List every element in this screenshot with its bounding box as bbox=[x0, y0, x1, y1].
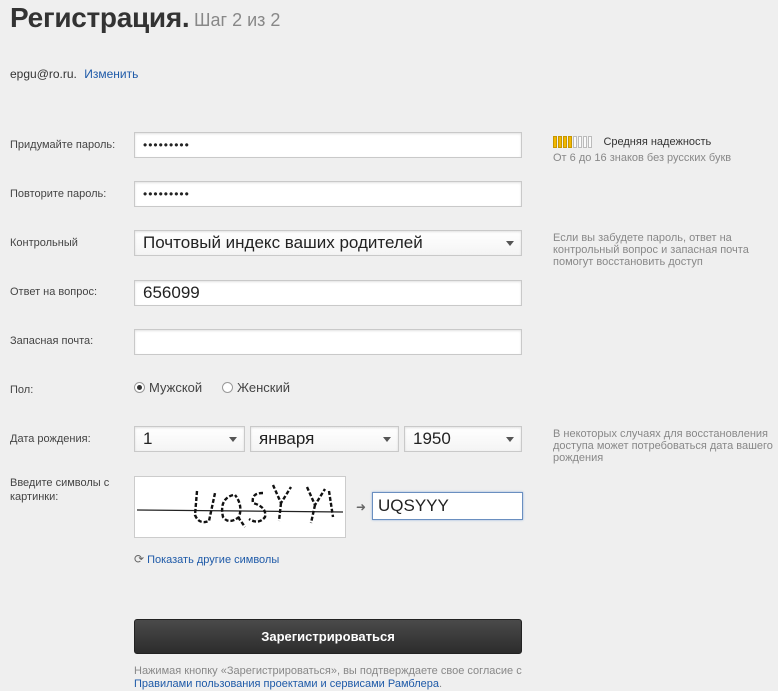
backup-email-input[interactable] bbox=[134, 329, 522, 355]
birth-day-select[interactable]: 1 bbox=[134, 426, 245, 452]
step-indicator: Шаг 2 из 2 bbox=[194, 10, 281, 30]
strength-bar bbox=[583, 135, 587, 148]
chevron-down-icon bbox=[506, 437, 514, 442]
birth-year-value: 1950 bbox=[413, 429, 451, 448]
security-question-select[interactable]: Почтовый индекс ваших родителей bbox=[134, 230, 522, 256]
birth-day-value: 1 bbox=[143, 429, 153, 448]
strength-bar bbox=[588, 135, 592, 148]
terms-text: Нажимая кнопку «Зарегистрироваться», вы … bbox=[134, 665, 554, 691]
answer-label: Ответ на вопрос: bbox=[10, 286, 97, 298]
security-question-label: Контрольный bbox=[10, 237, 78, 249]
account-email: epgu@ro.ru. bbox=[10, 67, 77, 81]
register-button[interactable]: Зарегистрироваться bbox=[134, 619, 522, 654]
password-strength: Средняя надежность bbox=[553, 133, 711, 151]
birth-month-value: января bbox=[259, 429, 315, 448]
strength-meter bbox=[553, 133, 593, 150]
refresh-icon: ⟳ bbox=[134, 552, 145, 566]
radio-checked-icon[interactable] bbox=[134, 382, 145, 394]
password-repeat-input[interactable]: ••••••••• bbox=[134, 181, 522, 207]
arrow-right-icon: ➜ bbox=[356, 500, 367, 514]
backup-email-label: Запасная почта: bbox=[10, 335, 94, 347]
strength-bar bbox=[578, 135, 582, 148]
gender-male-option[interactable]: Мужской bbox=[134, 379, 202, 397]
gender-label: Пол: bbox=[10, 384, 34, 396]
birthdate-hint: В некоторых случаях для восстановления д… bbox=[553, 428, 773, 464]
birth-month-select[interactable]: января bbox=[250, 426, 399, 452]
captcha-refresh-label: Показать другие символы bbox=[147, 554, 280, 566]
strength-bar bbox=[568, 135, 572, 148]
password-label: Придумайте пароль: bbox=[10, 139, 116, 151]
birth-year-select[interactable]: 1950 bbox=[404, 426, 522, 452]
strength-bar bbox=[558, 135, 562, 148]
password-input[interactable]: ••••••••• bbox=[134, 132, 522, 158]
page-title: Регистрация. bbox=[10, 2, 190, 33]
gender-female-label: Женский bbox=[237, 380, 290, 396]
account-line: epgu@ro.ru. Изменить bbox=[10, 67, 138, 81]
gender-male-label: Мужской bbox=[149, 380, 203, 396]
captcha-graphic bbox=[136, 484, 344, 528]
strength-bar bbox=[553, 135, 557, 148]
terms-link[interactable]: Правилами пользования проектами и сервис… bbox=[134, 678, 439, 690]
captcha-label: Введите символы с картинки: bbox=[10, 477, 110, 503]
chevron-down-icon bbox=[506, 241, 514, 246]
strength-bar bbox=[573, 135, 577, 148]
strength-bar bbox=[563, 135, 567, 148]
captcha-refresh-link[interactable]: ⟳ Показать другие символы bbox=[134, 552, 279, 566]
terms-end: . bbox=[438, 678, 443, 690]
answer-input[interactable]: 656099 bbox=[134, 280, 522, 306]
captcha-input[interactable]: UQSYYY bbox=[372, 492, 523, 520]
change-email-link[interactable]: Изменить bbox=[84, 67, 138, 81]
gender-female-option[interactable]: Женский bbox=[222, 379, 290, 397]
captcha-image bbox=[134, 476, 346, 538]
password-repeat-label: Повторите пароль: bbox=[10, 188, 107, 200]
radio-unchecked-icon[interactable] bbox=[222, 382, 233, 394]
chevron-down-icon bbox=[383, 437, 391, 442]
birthdate-label: Дата рождения: bbox=[10, 433, 91, 445]
strength-label: Средняя надежность bbox=[603, 135, 712, 148]
terms-prefix: Нажимая кнопку «Зарегистрироваться», вы … bbox=[134, 665, 522, 677]
password-rule-hint: От 6 до 16 знаков без русских букв bbox=[553, 152, 732, 164]
question-hint: Если вы забудете пароль, ответ на контро… bbox=[553, 232, 749, 268]
chevron-down-icon bbox=[229, 437, 237, 442]
security-question-value: Почтовый индекс ваших родителей bbox=[143, 233, 423, 252]
